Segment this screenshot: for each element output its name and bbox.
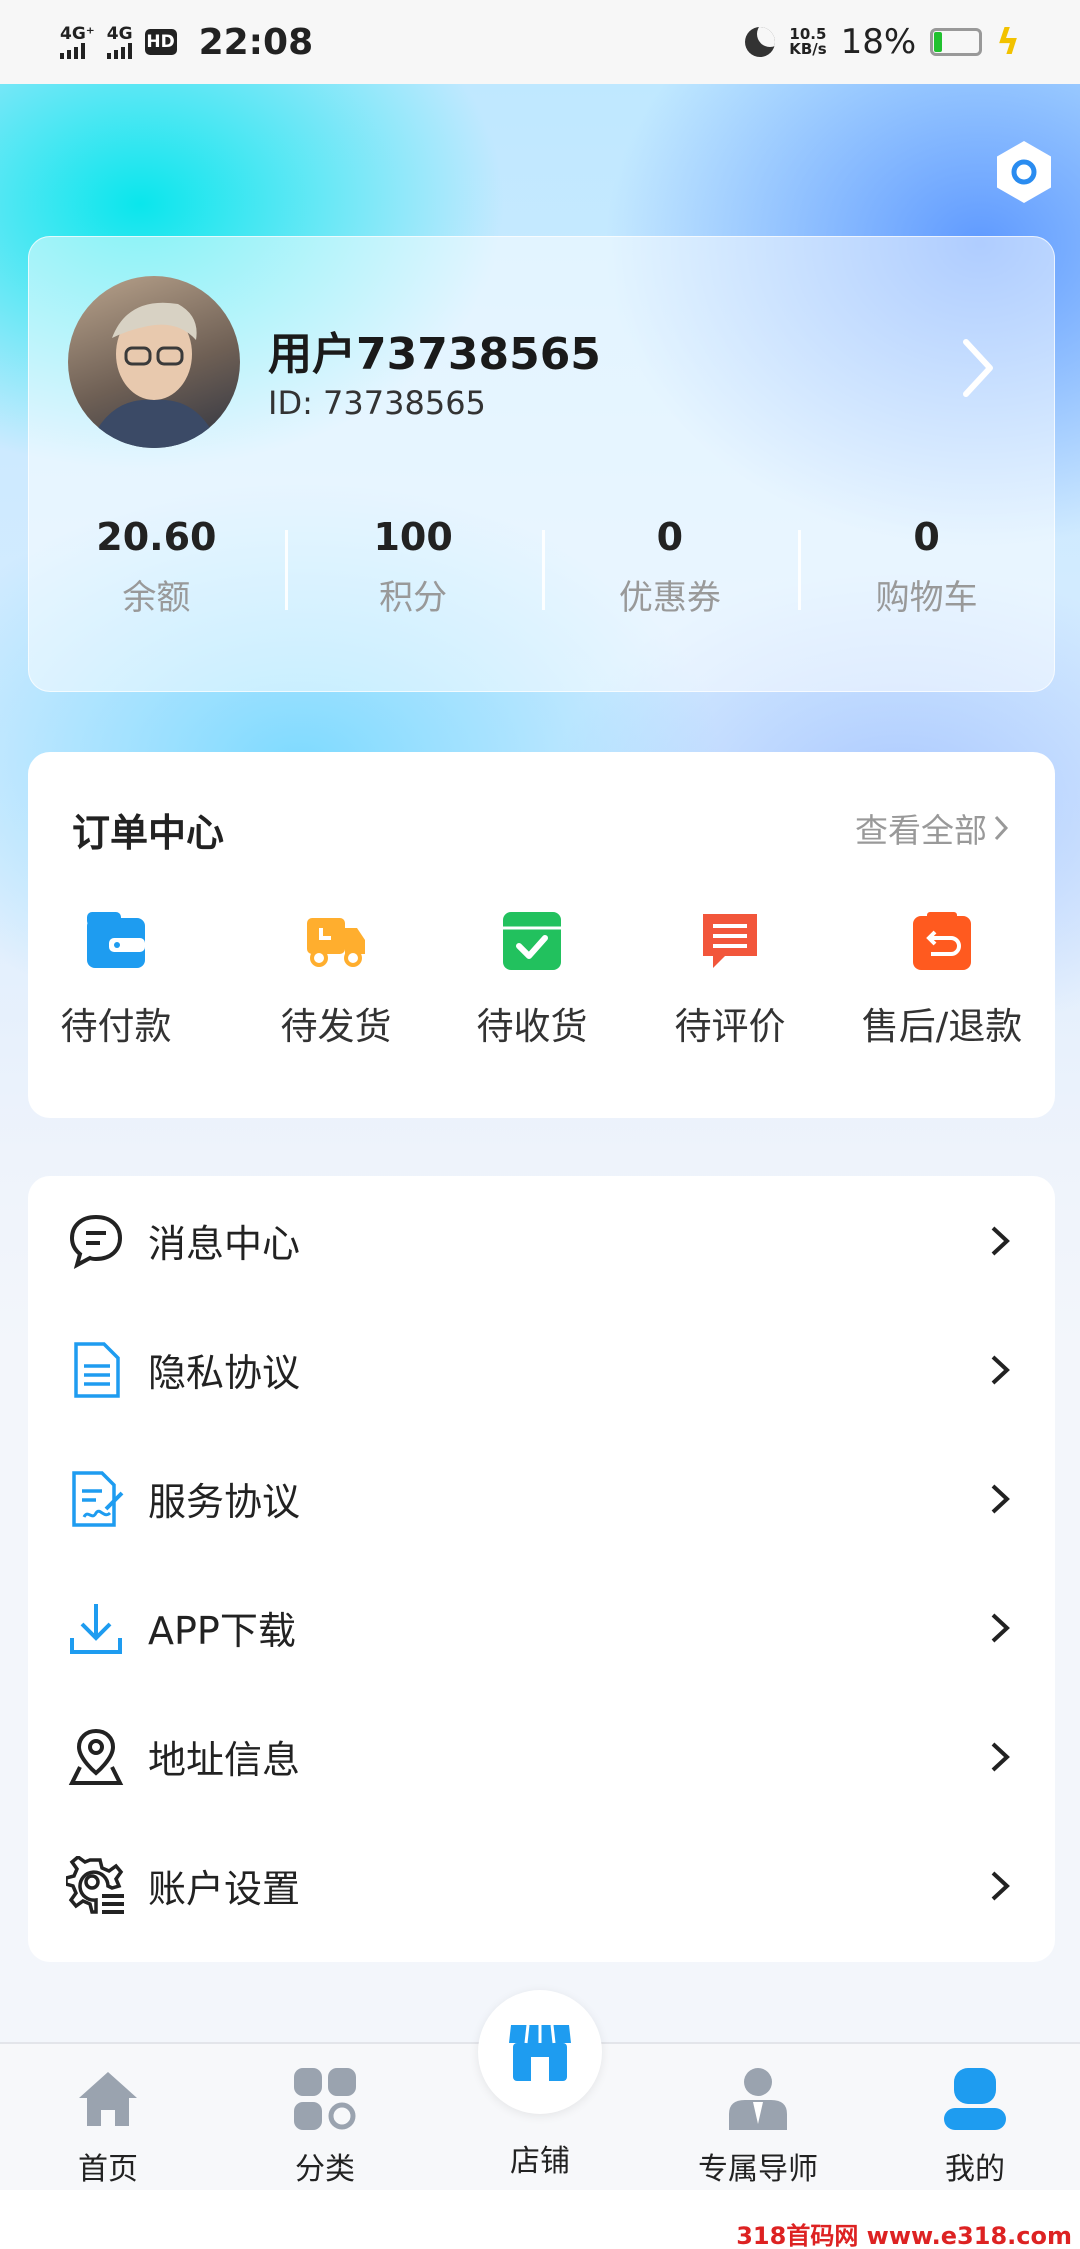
tab-label: 分类 (295, 2152, 355, 2187)
battery-percent: 18% (840, 22, 917, 62)
menu-item-label: 服务协议 (148, 1480, 301, 1524)
tab-label: 首页 (78, 2152, 138, 2187)
box-check-icon (503, 912, 561, 970)
order-after-sales[interactable]: 售后/退款 (854, 908, 1030, 1050)
stat-value: 0 (913, 515, 940, 559)
tab-mentor[interactable]: 专属导师 (658, 2044, 858, 2188)
menu-item-label: 消息中心 (148, 1222, 301, 1266)
order-status-label: 售后/退款 (861, 1005, 1023, 1048)
tab-label: 我的 (945, 2152, 1005, 2187)
settings-menu: 消息中心 隐私协议 服务协议 APP下载 地址信息 账户设置 (28, 1176, 1055, 1962)
tab-category[interactable]: 分类 (225, 2044, 425, 2188)
stat-coupons[interactable]: 0 优惠券 (541, 510, 799, 630)
menu-item-label: 隐私协议 (148, 1351, 301, 1395)
moon-icon (745, 27, 776, 57)
store-icon (509, 2024, 571, 2081)
order-status-label: 待评价 (674, 1005, 786, 1048)
tab-mine[interactable]: 我的 (875, 2044, 1075, 2188)
menu-item-service-agreement[interactable]: 服务协议 (28, 1434, 1055, 1563)
menu-item-account-settings[interactable]: 账户设置 (28, 1821, 1055, 1950)
charging-bolt-icon: ϟ (996, 21, 1020, 63)
menu-item-messages[interactable]: 消息中心 (28, 1176, 1055, 1305)
signal-bars-icon (106, 42, 132, 59)
chevron-right-icon (994, 815, 1009, 841)
tab-store[interactable]: 店铺 (440, 2144, 640, 2180)
order-status-label: 待收货 (476, 1005, 588, 1048)
tab-home[interactable]: 首页 (8, 2044, 208, 2188)
stat-balance[interactable]: 20.60 余额 (28, 510, 285, 630)
order-pending-shipment[interactable]: 待发货 (276, 908, 396, 1050)
chevron-right-icon (991, 1742, 1010, 1771)
stat-value: 20.60 (96, 515, 217, 559)
comment-icon (703, 914, 757, 968)
document-icon (74, 1341, 120, 1398)
stat-cart[interactable]: 0 购物车 (798, 510, 1055, 630)
menu-item-address[interactable]: 地址信息 (28, 1692, 1055, 1821)
signed-document-icon (72, 1470, 124, 1527)
signal-indicator-2: 4G (106, 25, 133, 59)
signal-bars-icon (60, 42, 85, 59)
mentor-icon (729, 2068, 787, 2130)
order-pending-payment[interactable]: 待付款 (56, 908, 176, 1050)
stat-label: 购物车 (875, 578, 978, 618)
status-bar: 4G⁺ 4G HD 22:08 10.5 KB/s 18% ϟ (0, 0, 1080, 84)
chat-bubble-icon (69, 1214, 123, 1269)
order-pending-receipt[interactable]: 待收货 (472, 908, 592, 1050)
stat-label: 优惠券 (618, 578, 721, 618)
chevron-right-icon (991, 1226, 1010, 1255)
account-stats: 20.60 余额 100 积分 0 优惠券 0 购物车 (28, 510, 1055, 630)
tab-label: 店铺 (510, 2144, 570, 2179)
order-status-label: 待付款 (60, 1005, 172, 1048)
stat-label: 余额 (122, 578, 191, 618)
store-tab-button[interactable] (478, 1990, 602, 2114)
menu-item-label: 账户设置 (148, 1867, 301, 1911)
home-icon (79, 2072, 137, 2126)
order-pending-review[interactable]: 待评价 (670, 908, 790, 1050)
menu-item-label: 地址信息 (148, 1738, 301, 1782)
menu-item-app-download[interactable]: APP下载 (28, 1563, 1055, 1692)
chevron-right-icon (991, 1613, 1010, 1642)
order-center-card: 订单中心 查看全部 待付款 待发货 待收货 待评价 售后/退款 (28, 752, 1055, 1118)
download-icon (70, 1603, 122, 1654)
gear-list-icon (66, 1855, 124, 1914)
view-all-orders-link[interactable]: 查看全部 (855, 804, 1009, 852)
stat-label: 积分 (379, 578, 448, 618)
location-pin-icon (68, 1728, 124, 1785)
return-icon (913, 912, 971, 970)
wallet-icon (87, 912, 145, 968)
order-status-label: 待发货 (280, 1005, 392, 1048)
profile-chevron-right-icon[interactable] (958, 336, 998, 400)
user-icon (944, 2068, 1006, 2130)
stat-value: 100 (373, 515, 453, 559)
stat-value: 0 (656, 515, 684, 559)
hd-icon: HD (144, 29, 177, 55)
menu-item-label: APP下载 (148, 1609, 296, 1653)
avatar-photo (88, 302, 220, 448)
menu-item-privacy-policy[interactable]: 隐私协议 (28, 1305, 1055, 1434)
category-icon (294, 2068, 356, 2130)
avatar[interactable] (68, 276, 240, 448)
clock: 22:08 (198, 21, 314, 63)
watermark: 318首码网 www.e318.com (736, 2222, 1072, 2249)
chevron-right-icon (991, 1871, 1010, 1900)
truck-icon (307, 918, 365, 967)
tab-label: 专属导师 (698, 2152, 818, 2187)
battery-icon (930, 28, 983, 56)
stat-points[interactable]: 100 积分 (284, 510, 542, 630)
order-center-title: 订单中心 (72, 811, 225, 855)
user-id: ID: 73738565 (268, 384, 486, 422)
signal-indicator-1: 4G⁺ (60, 25, 95, 59)
chevron-right-icon (991, 1484, 1010, 1513)
network-speed: 10.5 KB/s (789, 25, 827, 58)
settings-hexagon-button[interactable] (990, 138, 1058, 206)
username: 用户73738565 (268, 329, 601, 380)
chevron-right-icon (991, 1355, 1010, 1384)
